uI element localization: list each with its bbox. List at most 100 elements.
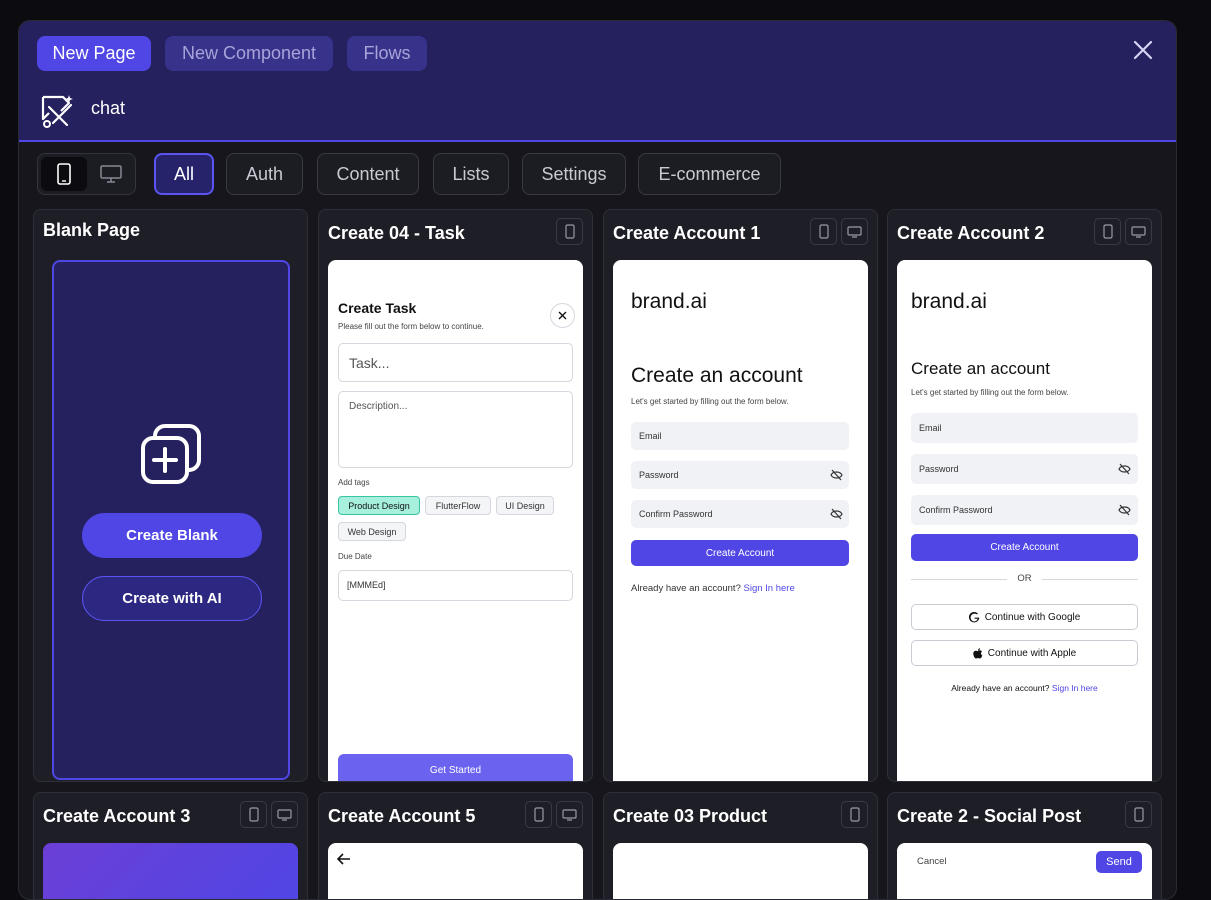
mobile-icon — [534, 807, 544, 822]
project-name: chat — [91, 98, 125, 119]
mobile-icon — [249, 807, 259, 822]
continue-apple-button: Continue with Apple — [911, 640, 1138, 666]
sign-in-link: Sign In here — [1052, 683, 1098, 693]
create-account-button: Create Account — [631, 540, 849, 566]
close-icon — [550, 303, 575, 328]
tab-new-component[interactable]: New Component — [165, 36, 333, 71]
create-account-button: Create Account — [911, 534, 1138, 561]
template-card-social-post[interactable]: Create 2 - Social Post Cancel Send — [887, 792, 1162, 900]
desktop-icon — [847, 226, 862, 238]
account3-preview — [43, 843, 298, 900]
email-field: Email — [631, 422, 849, 450]
mobile-badge — [841, 801, 868, 828]
template-card-create-account-3[interactable]: Create Account 3 — [33, 792, 308, 900]
sign-in-link: Sign In here — [744, 583, 795, 594]
mobile-badge — [240, 801, 267, 828]
eye-off-icon — [1118, 504, 1131, 516]
divider — [1042, 579, 1138, 580]
due-date-input: [MMMEd] — [338, 570, 573, 601]
tag-ui-design: UI Design — [496, 496, 554, 515]
description-input: Description... — [338, 391, 573, 468]
google-icon — [969, 612, 980, 623]
preview-heading: Create an account — [911, 359, 1050, 379]
mobile-icon — [850, 807, 860, 822]
tag-flutterflow: FlutterFlow — [425, 496, 491, 515]
apple-icon — [973, 648, 983, 659]
filter-ecommerce[interactable]: E-commerce — [638, 153, 781, 195]
tag-product-design: Product Design — [338, 496, 420, 515]
template-card-create-account-5[interactable]: Create Account 5 — [318, 792, 593, 900]
mobile-icon — [565, 224, 575, 239]
preview-subtitle: Let's get started by filling out the for… — [911, 388, 1069, 397]
desktop-badge — [556, 801, 583, 828]
desktop-icon — [277, 809, 292, 821]
eye-off-icon — [1118, 463, 1131, 475]
filter-settings[interactable]: Settings — [522, 153, 626, 195]
desktop-badge — [271, 801, 298, 828]
back-arrow-icon — [337, 853, 351, 865]
card-title: Create Account 1 — [613, 223, 760, 244]
social-post-preview: Cancel Send — [897, 843, 1152, 900]
tab-new-page[interactable]: New Page — [37, 36, 151, 71]
mobile-icon — [57, 163, 71, 185]
template-card-create-account-1[interactable]: Create Account 1 brand.ai Create an acco… — [603, 209, 878, 782]
mobile-badge — [1094, 218, 1121, 245]
close-icon[interactable] — [1130, 37, 1156, 63]
dialog-header: New Page New Component Flows chat — [19, 21, 1176, 142]
brand-logo: brand.ai — [911, 290, 987, 314]
new-page-dialog: New Page New Component Flows chat — [18, 20, 1177, 900]
sign-in-prompt: Already have an account? Sign In here — [911, 683, 1138, 693]
card-title: Create 03 Product — [613, 806, 767, 827]
desktop-view-button[interactable] — [88, 157, 134, 191]
add-page-icon — [139, 422, 203, 486]
tags-label: Add tags — [338, 478, 370, 487]
desktop-badge — [841, 218, 868, 245]
continue-google-button: Continue with Google — [911, 604, 1138, 630]
filter-auth[interactable]: Auth — [226, 153, 303, 195]
mobile-icon — [1103, 224, 1113, 239]
template-card-create-account-2[interactable]: Create Account 2 brand.ai Create an acco… — [887, 209, 1162, 782]
card-title: Create Account 2 — [897, 223, 1044, 244]
card-title: Create 2 - Social Post — [897, 806, 1081, 827]
create-with-ai-button[interactable]: Create with AI — [82, 576, 262, 621]
due-date-label: Due Date — [338, 552, 372, 561]
card-title: Create Account 3 — [43, 806, 190, 827]
eye-off-icon — [830, 508, 843, 520]
eye-off-icon — [830, 469, 843, 481]
card-title: Create 04 - Task — [328, 223, 465, 244]
desktop-icon — [562, 809, 577, 821]
confirm-password-field: Confirm Password — [911, 495, 1138, 525]
device-toggle — [37, 153, 136, 195]
create-blank-button[interactable]: Create Blank — [82, 513, 262, 558]
get-started-button: Get Started — [338, 754, 573, 782]
brand-logo: brand.ai — [631, 290, 707, 314]
mobile-icon — [1134, 807, 1144, 822]
filter-lists[interactable]: Lists — [433, 153, 509, 195]
card-title: Create Account 5 — [328, 806, 475, 827]
filter-content[interactable]: Content — [317, 153, 419, 195]
product-preview — [613, 843, 868, 900]
mobile-badge — [525, 801, 552, 828]
preview-heading: Create Task — [338, 300, 416, 316]
template-card-create-product[interactable]: Create 03 Product — [603, 792, 878, 900]
password-field: Password — [911, 454, 1138, 484]
template-card-create-task[interactable]: Create 04 - Task Create Task Please fill… — [318, 209, 593, 782]
mobile-badge — [1125, 801, 1152, 828]
filter-all[interactable]: All — [154, 153, 214, 195]
template-card-blank[interactable]: Blank Page Create Blank Create with AI — [33, 209, 308, 782]
account2-preview: brand.ai Create an account Let's get sta… — [897, 260, 1152, 782]
card-title: Blank Page — [43, 220, 140, 241]
confirm-password-field: Confirm Password — [631, 500, 849, 528]
tab-flows[interactable]: Flows — [347, 36, 427, 71]
mobile-view-button[interactable] — [41, 157, 87, 191]
project-logo-icon — [39, 93, 75, 129]
cancel-label: Cancel — [917, 856, 947, 867]
mobile-badge — [810, 218, 837, 245]
sign-in-prompt: Already have an account? Sign In here — [631, 583, 795, 594]
send-button: Send — [1096, 851, 1142, 873]
preview-subtitle: Let's get started by filling out the for… — [631, 397, 789, 406]
desktop-badge — [1125, 218, 1152, 245]
blank-page-preview: Create Blank Create with AI — [52, 260, 290, 780]
task-input: Task... — [338, 343, 573, 382]
task-preview: Create Task Please fill out the form bel… — [328, 260, 583, 782]
